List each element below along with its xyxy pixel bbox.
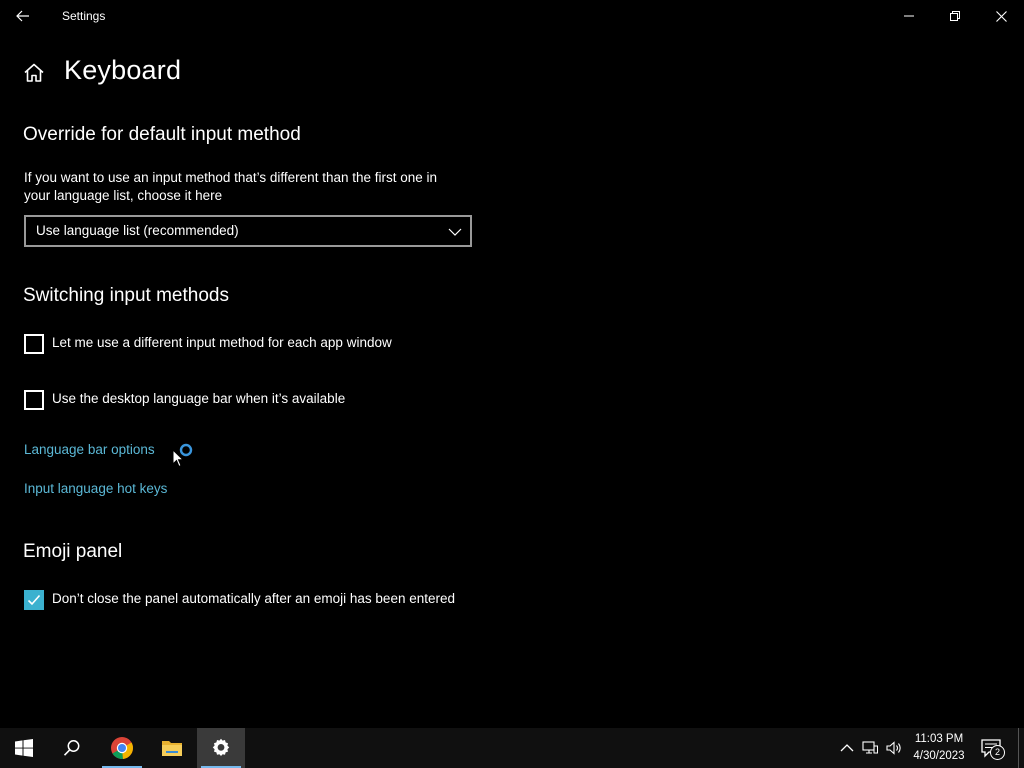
desktop-language-bar-checkbox[interactable]	[24, 390, 44, 410]
emoji-keep-open-checkbox[interactable]	[24, 590, 44, 610]
desktop-language-bar-label[interactable]: Use the desktop language bar when it’s a…	[52, 391, 345, 406]
checkmark-icon	[27, 594, 41, 606]
file-explorer-icon	[162, 741, 182, 756]
close-icon	[995, 10, 1007, 22]
show-desktop-button[interactable]	[1018, 728, 1019, 768]
home-icon[interactable]	[22, 61, 46, 85]
window-title: Settings	[62, 9, 106, 23]
taskbar: 11:03 PM 4/30/2023 2	[0, 728, 1024, 768]
minimize-icon	[904, 15, 914, 17]
network-icon[interactable]	[862, 740, 878, 756]
close-button[interactable]	[978, 0, 1024, 32]
minimize-button[interactable]	[886, 0, 932, 32]
settings-taskbar-button[interactable]	[197, 728, 245, 768]
start-button[interactable]	[0, 728, 48, 768]
search-icon	[63, 740, 80, 756]
switching-heading: Switching input methods	[23, 285, 229, 306]
show-hidden-icons-chevron-up-icon[interactable]	[839, 740, 855, 756]
language-bar-options-link[interactable]: Language bar options	[24, 442, 155, 457]
dropdown-selected-value: Use language list (recommended)	[36, 223, 239, 238]
settings-window: Settings Keyboard Override for default i…	[0, 0, 1024, 728]
emoji-keep-open-label[interactable]: Don’t close the panel automatically afte…	[52, 591, 455, 606]
search-button[interactable]	[48, 728, 96, 768]
emoji-heading: Emoji panel	[23, 541, 123, 562]
page-title: Keyboard	[64, 55, 182, 85]
chrome-taskbar-button[interactable]	[98, 728, 146, 768]
clock-time: 11:03 PM	[914, 733, 964, 745]
back-arrow-icon	[16, 10, 29, 22]
override-heading: Override for default input method	[23, 124, 301, 145]
override-description-line2: your language list, choose it here	[24, 188, 223, 203]
chevron-down-icon	[448, 228, 462, 236]
notification-count-badge: 2	[990, 745, 1005, 760]
clock-date: 4/30/2023	[913, 750, 965, 762]
restore-icon	[950, 11, 960, 21]
input-language-hot-keys-link[interactable]: Input language hot keys	[24, 481, 167, 496]
title-bar: Settings	[0, 0, 1024, 32]
file-explorer-taskbar-button[interactable]	[148, 728, 196, 768]
chrome-icon	[111, 737, 133, 759]
override-description-line1: If you want to use an input method that’…	[24, 170, 438, 185]
volume-icon[interactable]	[886, 740, 902, 756]
input-method-dropdown[interactable]: Use language list (recommended)	[24, 215, 472, 247]
settings-gear-icon	[212, 738, 230, 756]
windows-start-icon	[15, 739, 33, 757]
taskbar-clock[interactable]: 11:03 PM 4/30/2023	[906, 731, 972, 765]
restore-button[interactable]	[932, 0, 978, 32]
per-app-input-label[interactable]: Let me use a different input method for …	[52, 335, 392, 350]
mouse-cursor-icon	[172, 449, 184, 468]
back-button[interactable]	[0, 0, 46, 32]
per-app-input-checkbox[interactable]	[24, 334, 44, 354]
